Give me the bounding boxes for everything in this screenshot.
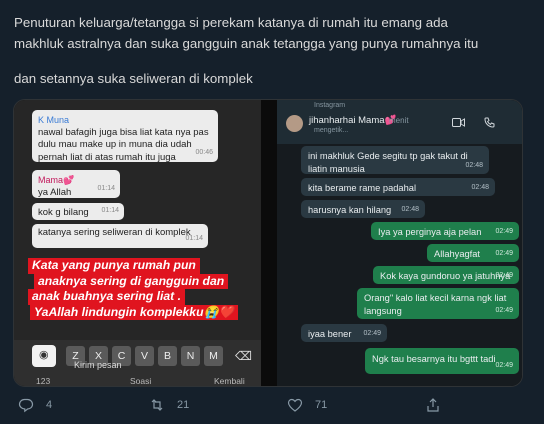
tweet-media[interactable]: K Muna nawal bafagih juga bisa liat kata… [13,99,523,387]
chat-bubble-outgoing: Orang" kalo liat kecil karna ngk liat la… [357,288,519,319]
message-input[interactable]: Kirim pesan [74,360,122,370]
key[interactable]: B [158,346,177,366]
message-time: 02:49 [495,361,513,369]
left-chat-screenshot: K Muna nawal bafagih juga bisa liat kata… [14,100,261,386]
typing-status: mengetik... [314,127,349,134]
reply-count: 4 [46,399,53,411]
return-key[interactable]: Kembali [214,376,245,386]
chat-bubble: K Muna nawal bafagih juga bisa liat kata… [32,110,218,163]
message-time: 02:48 [465,161,483,169]
message-text: ini makhluk Gede segitu tp gak takut di … [308,151,468,174]
reply-button[interactable]: 4 [18,397,52,413]
suggestion-key[interactable]: Soasi [130,376,151,386]
chat-bubble-outgoing: Ngk tau besarnya itu bgttt tadi 02:49 [365,348,519,374]
message-time: 01:14 [101,206,119,214]
message-time: 02:49 [363,329,381,337]
message-time: 02:48 [471,183,489,191]
message-time: 02:49 [495,227,513,235]
heart-icon [287,398,303,412]
chat-bubble-incoming: ini makhluk Gede segitu tp gak takut di … [301,146,489,174]
chat-bubble-outgoing: Iya ya perginya aja pelan 02:49 [371,222,519,240]
message-text: Allahyagfat [434,249,480,259]
backspace-icon[interactable]: ⌫ [235,349,252,363]
like-button[interactable]: 71 [287,397,327,413]
message-time: 00:46 [195,148,213,156]
keyboard: ◉ Z X C V B N M ⌫ 123 Kirim pesan Soasi … [14,340,261,386]
message-time: 02:48 [401,205,419,213]
video-call-icon[interactable] [452,117,465,131]
share-icon [427,398,439,412]
like-count: 71 [315,399,328,411]
message-text: ya Allah [38,186,72,198]
message-text: Iya ya perginya aja pelan [378,227,482,237]
avatar [286,115,303,132]
tweet-line: dan setannya suka seliweran di komplek [14,71,253,86]
message-text: Orang" kalo liat kecil karna ngk liat la… [364,293,507,316]
chat-bubble-incoming: harusnya kan hilang 02:48 [301,200,425,218]
message-text: Ngk tau besarnya itu bgttt tadi [372,354,496,364]
message-time: 01:14 [185,234,203,242]
message-text: Kok kaya gundoruo ya jatuhnya [380,271,511,281]
key[interactable]: M [204,346,223,366]
chat-bubble-outgoing: Allahyagfat 02:49 [427,244,519,262]
message-text: nawal bafagih juga bisa liat kata nya pa… [38,126,209,163]
retweet-count: 21 [177,399,190,411]
share-button[interactable] [425,397,453,413]
numbers-key[interactable]: 123 [36,376,50,386]
overlay-line: Kata yang punya rumah pun [28,258,200,274]
key[interactable]: V [135,346,154,366]
message-text: harusnya kan hilang [308,205,392,215]
chat-header: Instagram jihanharhai Mama💕 mengetik... … [277,100,522,144]
message-time: 02:49 [495,306,513,314]
sender-name: K Muna [38,115,70,125]
message-time: 01:14 [97,184,115,192]
tweet-line: makhluk astralnya dan suka gangguin anak… [14,36,479,51]
chat-bubble: Mama💕 ya Allah 01:14 [32,170,120,198]
chat-bubble-incoming: kita berame rame padahal 02:48 [301,178,495,196]
camera-icon: ◉ [39,349,49,361]
message-time: 02:49 [495,271,513,279]
minutes-label: menit [389,116,409,125]
message-text: iyaa bener [308,329,352,339]
chat-bubble-incoming: iyaa bener 02:49 [301,324,387,342]
overlay-line: anaknya sering di gangguin dan [34,273,229,289]
key[interactable]: N [181,346,200,366]
phone-icon[interactable] [484,117,495,131]
message-text: kita berame rame padahal [308,183,417,193]
tweet-text: Penuturan keluarga/tetangga si perekam k… [14,12,534,89]
right-chat-screenshot: Instagram jihanharhai Mama💕 mengetik... … [277,100,522,386]
message-text: katanya sering seliweran di komplek [38,227,191,238]
chat-bubble: katanya sering seliweran di komplek 01:1… [32,224,208,248]
chat-bubble-outgoing: Kok kaya gundoruo ya jatuhnya 02:49 [373,266,519,284]
story-text-overlay: Kata yang punya rumah pun anaknya sering… [28,258,260,320]
overlay-line: anak buahnya sering liat . [28,289,186,305]
message-text: kok g bilang [38,207,89,218]
tweet-actions: 4 21 71 [0,397,544,419]
contact-name: jihanharhai Mama💕 [309,115,397,126]
reply-icon [18,398,34,413]
retweet-button[interactable]: 21 [149,397,189,413]
message-time: 02:49 [495,249,513,257]
overlay-line: YaAllah lindungin komplekku😭❤️ [30,304,238,320]
chat-bubble: kok g bilang 01:14 [32,203,124,220]
retweet-icon [151,399,163,411]
source-label: Instagram [314,102,346,109]
tweet-line: Penuturan keluarga/tetangga si perekam k… [14,15,448,30]
